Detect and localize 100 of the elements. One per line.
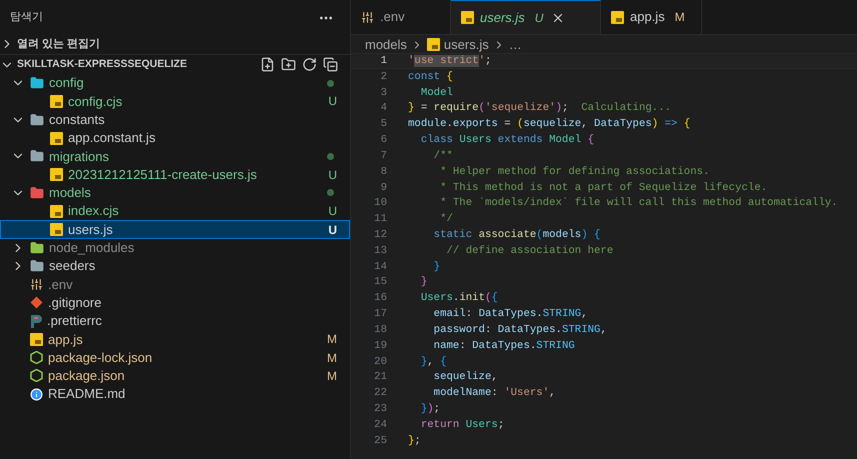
code-line: /** — [432, 148, 453, 164]
code-line: */ — [439, 212, 453, 228]
folder-icon — [30, 259, 44, 274]
line-number: 25 — [373, 434, 387, 449]
file-name: README.md — [48, 385, 126, 404]
file-item[interactable]: package.json M — [0, 366, 350, 386]
line-number: 13 — [373, 244, 387, 259]
code-line: email: DataTypes.STRING, — [432, 307, 588, 322]
line-number: 6 — [380, 133, 387, 148]
code-line: Users.init({ — [420, 291, 498, 306]
file-name: app.js — [48, 330, 83, 349]
file-name: app.constant.js — [68, 129, 156, 148]
line-number: 9 — [380, 180, 387, 196]
git-diamond-icon — [30, 296, 43, 310]
section-title: SKILLTASK-EXPRESSSEQUELIZE — [17, 56, 187, 72]
file-name: seeders — [49, 257, 96, 276]
line-number: 23 — [373, 402, 387, 418]
tab-label: users.js — [480, 8, 525, 27]
js-file-icon — [611, 10, 624, 24]
line-number: 1 — [380, 54, 387, 69]
file-item[interactable]: .env — [0, 275, 350, 294]
line-number: 24 — [373, 418, 387, 433]
collapse-icon[interactable] — [323, 57, 338, 72]
hexagon-icon — [30, 351, 43, 364]
git-status: U — [328, 93, 337, 110]
section-title: 열려 있는 편집기 — [17, 36, 100, 52]
folder-icon — [30, 112, 44, 127]
line-number: 16 — [373, 291, 387, 306]
new-file-icon[interactable] — [260, 57, 275, 72]
folder-item[interactable]: seeders — [0, 256, 350, 276]
code-line: } — [432, 260, 440, 275]
git-status: U — [328, 203, 337, 220]
code-line: class Users extends Model { — [420, 133, 594, 148]
striped-p-icon — [30, 314, 42, 328]
line-number: 21 — [373, 370, 387, 386]
file-item[interactable]: .prettierrc — [0, 312, 350, 330]
line-number: 15 — [373, 275, 387, 290]
line-number: 20 — [373, 354, 387, 370]
breadcrumb-item[interactable]: … — [508, 34, 522, 54]
section-header[interactable]: SKILLTASK-EXPRESSSEQUELIZE — [0, 54, 350, 74]
line-number: 22 — [373, 386, 387, 402]
code-line: }); — [420, 402, 440, 418]
js-file-icon — [50, 168, 63, 182]
file-name: .prettierrc — [47, 312, 102, 330]
editor-tab[interactable]: app.js M — [601, 0, 702, 34]
refresh-icon[interactable] — [302, 57, 317, 72]
code-line: Model — [420, 86, 453, 101]
code-line: }; — [408, 434, 421, 449]
file-name: users.js — [68, 220, 113, 239]
file-name: 20231212125111-create-users.js — [68, 166, 257, 184]
file-item[interactable]: app.js M — [0, 330, 350, 348]
section-header[interactable]: 열려 있는 편집기 — [0, 35, 350, 53]
line-number: 4 — [380, 101, 387, 116]
file-item[interactable]: index.cjs U — [0, 202, 350, 220]
js-file-icon — [50, 223, 63, 236]
breadcrumb-item[interactable]: users.js — [444, 34, 489, 54]
file-item[interactable]: app.constant.js — [0, 128, 350, 148]
folder-item[interactable]: models — [0, 184, 350, 202]
file-item[interactable]: config.cjs U — [0, 92, 350, 111]
folder-icon — [30, 240, 44, 255]
code-line: 'use strict'; — [408, 54, 492, 69]
panel-title: 탐색기 — [10, 10, 43, 26]
editor-tab[interactable]: users.js U — [451, 0, 601, 34]
folder-item[interactable]: config — [0, 74, 350, 92]
file-item[interactable]: .gitignore — [0, 294, 350, 312]
code-line: password: DataTypes.STRING, — [432, 322, 607, 338]
file-name: .gitignore — [48, 294, 102, 312]
line-number: 18 — [373, 322, 387, 338]
git-status: M — [327, 368, 337, 385]
code-line: name: DataTypes.STRING — [432, 338, 575, 354]
code-line: } = require('sequelize'); Calculating... — [408, 101, 672, 116]
git-status: M — [327, 350, 337, 367]
folder-item[interactable]: node_modules — [0, 238, 350, 257]
sliders-icon — [30, 278, 43, 291]
js-file-icon — [426, 38, 440, 51]
breadcrumb-item[interactable]: models — [365, 34, 407, 54]
tab-label: app.js — [630, 8, 665, 26]
line-number: 3 — [380, 86, 387, 101]
file-item[interactable]: package-lock.json M — [0, 348, 350, 367]
file-item[interactable]: README.md — [0, 385, 350, 404]
js-file-icon — [50, 94, 63, 108]
line-number: 14 — [373, 260, 387, 275]
line-number: 11 — [373, 212, 387, 228]
code-line: }, { — [420, 354, 446, 370]
file-name: node_modules — [49, 239, 134, 258]
tab-label: .env — [380, 8, 405, 26]
line-number: 19 — [373, 338, 387, 354]
new-folder-icon[interactable] — [281, 57, 296, 72]
git-status: U — [534, 10, 544, 26]
folder-item[interactable]: migrations — [0, 147, 350, 166]
line-number: 10 — [373, 196, 387, 212]
folder-icon — [30, 76, 44, 90]
line-number: 12 — [373, 228, 387, 243]
git-status: M — [327, 331, 337, 348]
file-name: migrations — [49, 148, 109, 166]
file-item[interactable]: users.js U — [0, 220, 350, 239]
folder-item[interactable]: constants — [0, 110, 350, 129]
file-item[interactable]: 20231212125111-create-users.js U — [0, 165, 350, 184]
code-line: // define association here — [445, 244, 614, 259]
code-line: sequelize, — [432, 370, 498, 386]
